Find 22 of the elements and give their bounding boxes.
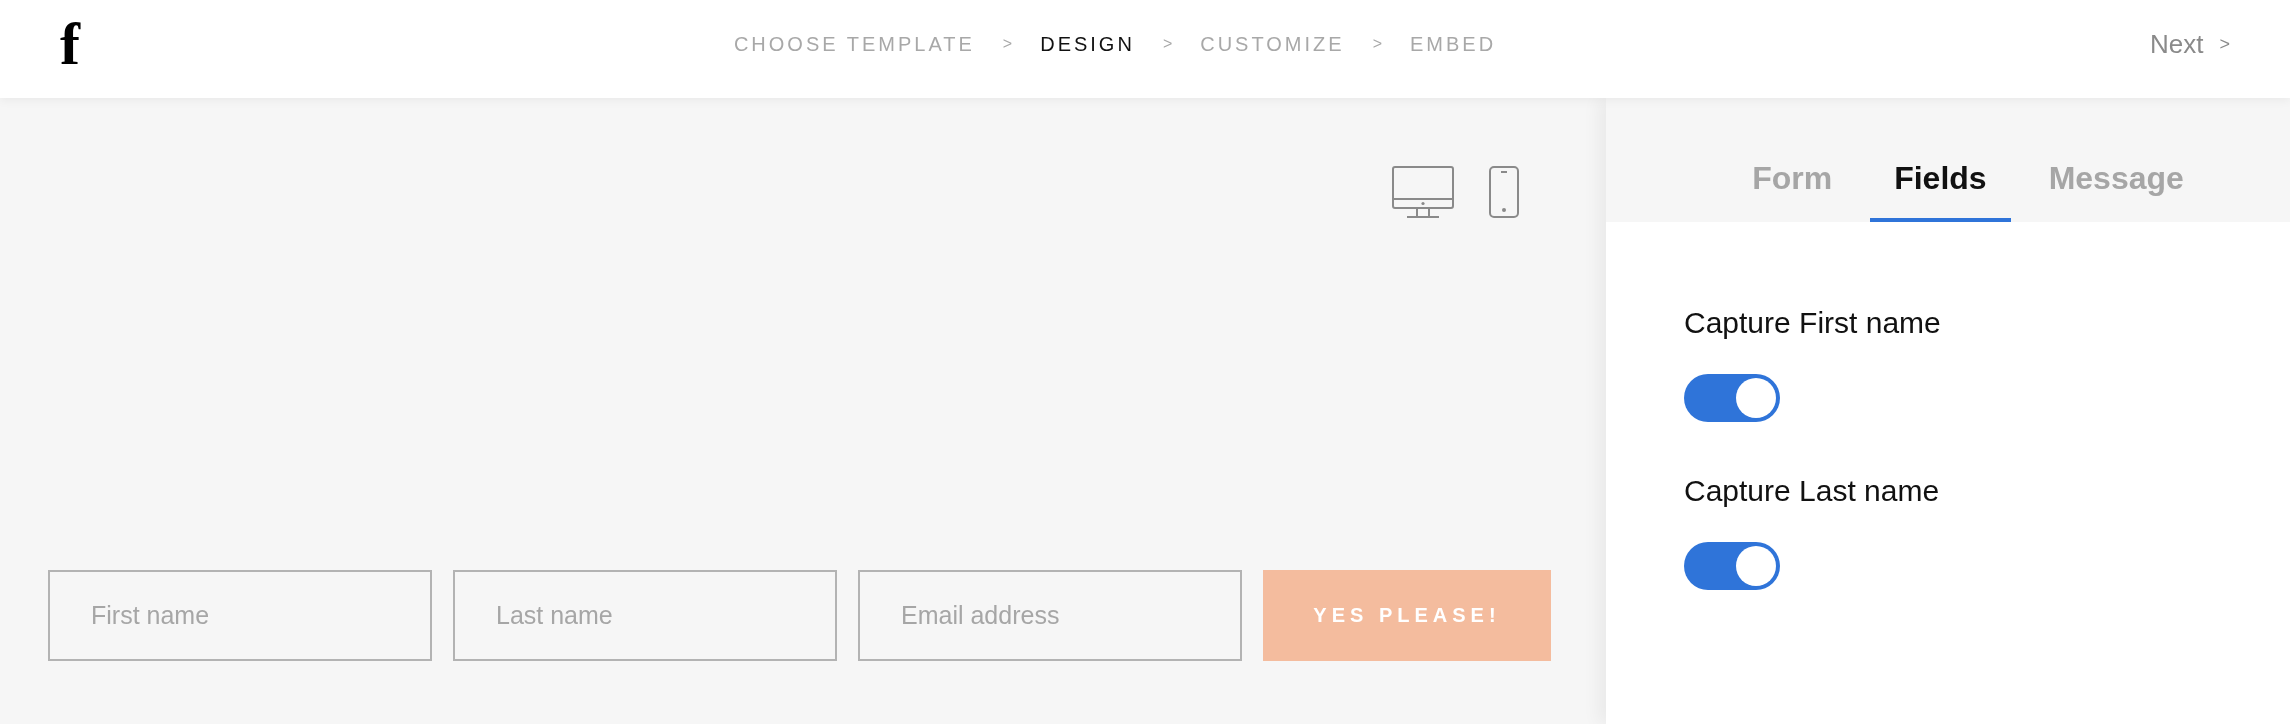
- setting-label: Capture Last name: [1684, 473, 1940, 509]
- tab[interactable]: Fields: [1870, 160, 2011, 222]
- wizard-step[interactable]: CHOOSE TEMPLATE: [733, 32, 975, 56]
- input-field[interactable]: Email address: [858, 570, 1242, 661]
- input-field[interactable]: First name: [48, 570, 432, 661]
- setting-label: Capture First name: [1684, 305, 1941, 341]
- logo[interactable]: f: [60, 14, 80, 74]
- step-separator: >: [1162, 35, 1173, 53]
- next-button[interactable]: Next >: [2150, 28, 2230, 60]
- tab[interactable]: Message: [2024, 160, 2208, 222]
- submit-button[interactable]: YES PLEASE!: [1263, 570, 1551, 661]
- wizard-step[interactable]: EMBED: [1410, 32, 1497, 56]
- input-field[interactable]: Last name: [453, 570, 837, 661]
- toggle-switch[interactable]: [1684, 542, 1780, 590]
- wizard-step[interactable]: DESIGN: [1040, 32, 1135, 56]
- desktop-icon[interactable]: [1392, 166, 1454, 218]
- step-separator: >: [1002, 35, 1013, 53]
- step-separator: >: [1372, 35, 1382, 53]
- wizard-step[interactable]: CUSTOMIZE: [1200, 32, 1345, 56]
- phone-icon[interactable]: [1489, 166, 1519, 218]
- toggle-switch[interactable]: [1684, 374, 1780, 422]
- tab[interactable]: Form: [1728, 160, 1857, 222]
